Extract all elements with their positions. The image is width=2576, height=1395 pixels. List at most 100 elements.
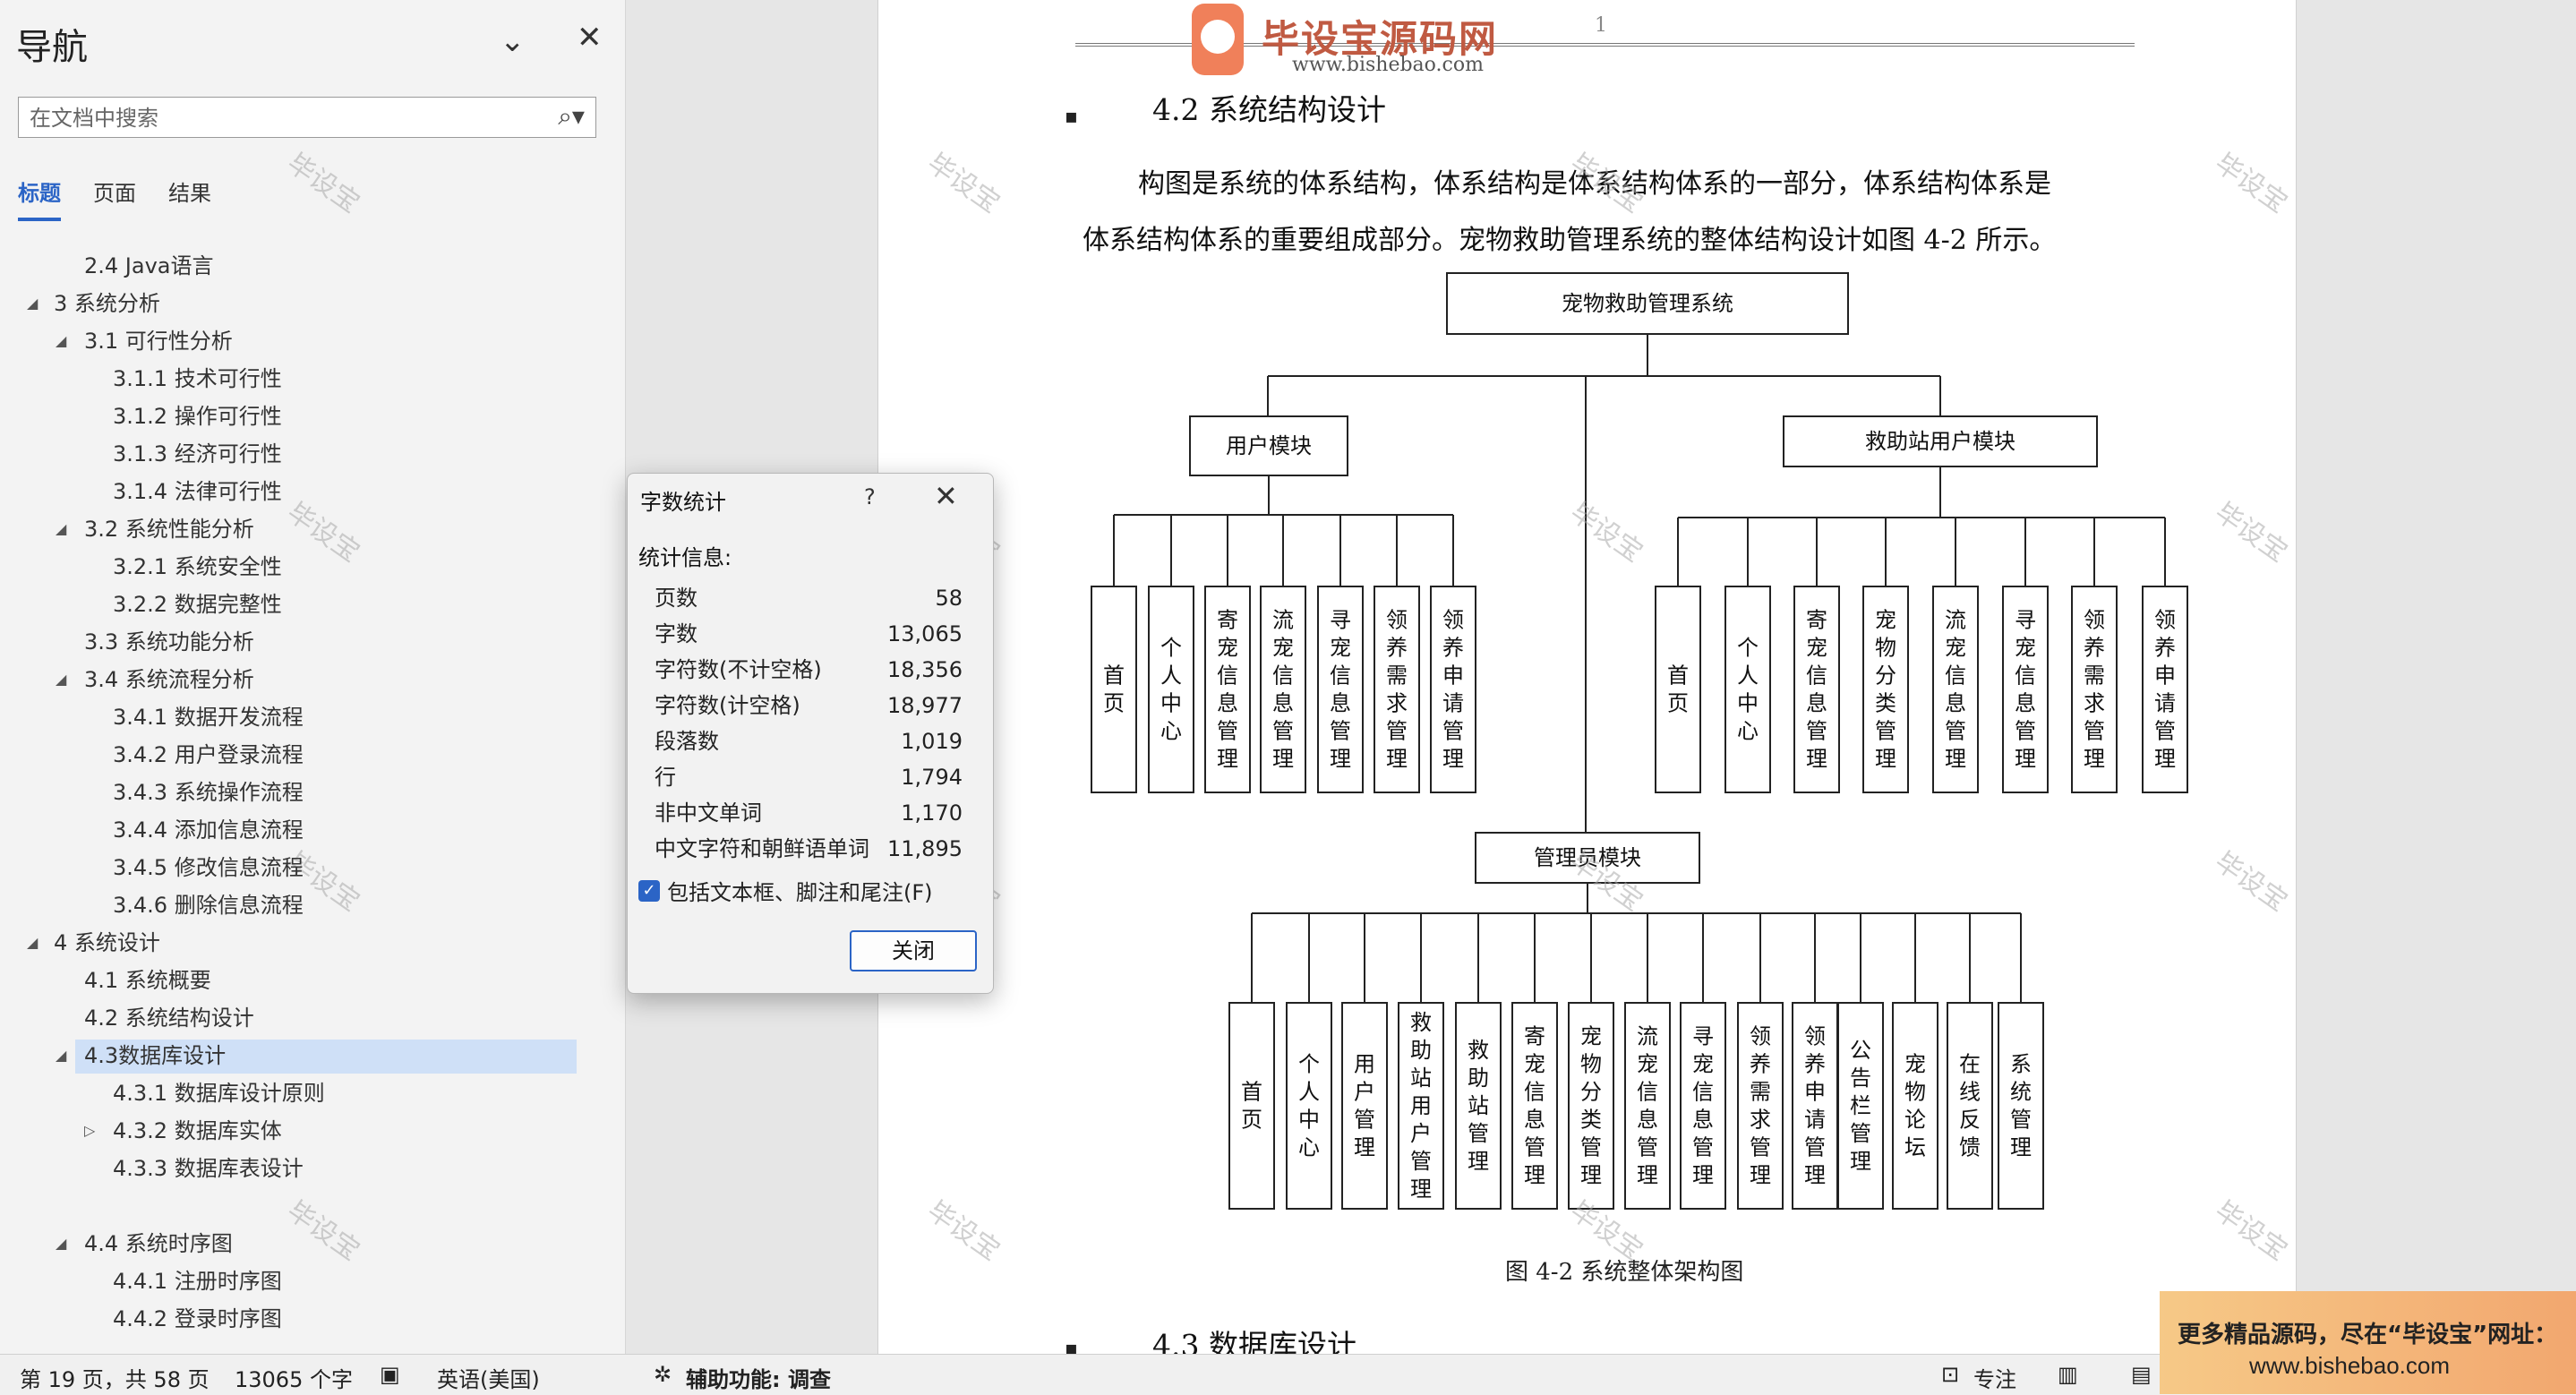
stat-row: 行 1,794 [655,760,963,794]
dialog-title: 字数统计 [640,490,726,515]
focus-icon[interactable]: ⊡ [1941,1362,1959,1387]
tab-results[interactable]: 结果 [168,175,211,221]
nav-heading-item[interactable]: 4.4.2 登录时序图 [0,1300,609,1338]
nav-heading-item[interactable]: 3.4.6 删除信息流程 [0,886,609,924]
nav-heading-item[interactable]: 4.2 系统结构设计 [0,999,609,1037]
nav-heading-item[interactable]: 3.1.2 操作可行性 [0,398,609,435]
nav-heading-item[interactable]: 3.4.3 系统操作流程 [0,774,609,811]
diagram-leaf-box [1341,1002,1388,1210]
nav-heading-item[interactable]: ◢ 4.3数据库设计 [0,1037,609,1074]
nav-heading-label: 3.4.1 数据开发流程 [113,705,304,730]
nav-heading-label: 3.1.1 技术可行性 [113,366,282,391]
read-mode-icon[interactable]: ▥ [2058,1362,2078,1387]
accessibility-status[interactable]: 辅助功能: 调查 [686,1362,831,1393]
close-icon[interactable]: ✕ [577,20,603,56]
document-page[interactable]: 1 毕设宝源码网 www.bishebao.com ▪ 4.2 系统结构设计 构… [877,0,2297,1354]
heading-4-3: 4.3 数据库设计 [1152,1328,1356,1354]
nav-heading-label: 4.3.3 数据库表设计 [113,1156,304,1181]
nav-heading-label: 3.4 系统流程分析 [84,667,254,692]
help-button[interactable]: ? [864,484,876,509]
diagram-leaf-box [1947,1002,1993,1210]
nav-heading-item[interactable]: 4.3.3 数据库表设计 [0,1150,609,1187]
stat-label: 字数 [655,621,697,646]
nav-heading-item[interactable]: 4.3.1 数据库设计原则 [0,1074,609,1112]
chevron-down-icon[interactable]: ⌄ [500,23,526,59]
proofing-icon[interactable]: ▣ [380,1362,400,1387]
diagram-root-label: 宠物救助管理系统 [1562,291,1733,316]
nav-heading-item[interactable]: 3.1.1 技术可行性 [0,360,609,398]
navigation-pane: 导航 ⌄ ✕ ⌕▾ 标题 页面 结果 2.4 Java语言 ◢ 3 系统分析 ◢ 3.1… [0,0,626,1354]
nav-heading-item[interactable]: ◢ 3.1 可行性分析 [0,322,609,360]
word-count[interactable]: 13065 个字 [235,1362,353,1393]
stat-row: 字符数(计空格) 18,977 [655,689,963,723]
expand-toggle-icon[interactable]: ◢ [56,510,66,548]
search-input[interactable] [28,103,533,133]
stat-value: 11,895 [887,836,963,861]
nav-heading-item[interactable]: 4.4.1 注册时序图 [0,1262,609,1300]
tab-pages[interactable]: 页面 [93,175,136,221]
stat-value: 1,170 [901,800,963,826]
diagram-leaf-box [1228,1002,1275,1210]
nav-heading-label: 2.4 Java语言 [84,253,214,278]
focus-mode[interactable]: 专注 [1973,1362,2016,1393]
nav-heading-item[interactable]: 3.1.3 经济可行性 [0,435,609,473]
nav-heading-item[interactable]: 2.4 Java语言 [0,247,609,285]
stat-row: 段落数 1,019 [655,724,963,758]
stat-row: 字符数(不计空格) 18,356 [655,653,963,687]
stat-value: 18,356 [887,657,963,682]
expand-toggle-icon[interactable]: ◢ [56,661,66,698]
language-indicator[interactable]: 英语(美国) [437,1362,540,1393]
search-icon[interactable]: ⌕▾ [558,101,585,132]
nav-heading-label: 3 系统分析 [54,291,160,316]
nav-heading-label: 3.2.1 系统安全性 [113,554,282,579]
close-icon[interactable]: ✕ [934,479,958,513]
nav-heading-label: 4 系统设计 [54,930,160,955]
expand-toggle-icon[interactable]: ◢ [56,1037,66,1074]
stat-value: 18,977 [887,693,963,718]
expand-toggle-icon[interactable]: ◢ [27,924,38,962]
nav-heading-label: 3.2 系统性能分析 [84,517,254,542]
expand-toggle-icon[interactable]: ◢ [56,322,66,360]
include-footnotes-checkbox[interactable]: ✓ 包括文本框、脚注和尾注(F) [638,875,933,906]
nav-heading-item[interactable]: 3.2.1 系统安全性 [0,548,609,586]
nav-heading-label: 4.3数据库设计 [84,1043,227,1068]
nav-heading-item[interactable]: 3.4.1 数据开发流程 [0,698,609,736]
diagram-leaf-label: 公告栏管理 [1850,1038,1871,1174]
ad-line-2: www.bishebao.com [2249,1352,2450,1379]
nav-heading-item[interactable]: ▷ 4.3.2 数据库实体 [0,1112,609,1150]
diagram-leaf-box [1998,1002,2044,1210]
expand-toggle-icon[interactable]: ◢ [27,285,38,322]
nav-heading-label: 4.4 系统时序图 [84,1231,233,1256]
accessibility-icon[interactable]: ✲ [654,1362,672,1387]
stat-row: 非中文单词 1,170 [655,796,963,830]
diagram-leaf-box [1724,586,1771,793]
nav-heading-label: 3.4.4 添加信息流程 [113,817,304,843]
word-count-dialog[interactable]: 字数统计 ? ✕ 统计信息: 页数 58 字数 13,065 字符数(不计空格) 18,3… [627,473,994,994]
expand-toggle-icon[interactable]: ◢ [56,1225,66,1262]
page-count[interactable]: 第 19 页，共 58 页 [20,1362,210,1393]
nav-heading-item[interactable]: ◢ 3.4 系统流程分析 [0,661,609,698]
nav-heading-item[interactable]: 3.3 系统功能分析 [0,623,609,661]
nav-heading-label: 4.3.1 数据库设计原则 [113,1081,325,1106]
nav-heading-label: 4.2 系统结构设计 [84,1006,254,1031]
nav-heading-item[interactable]: 3.2.2 数据完整性 [0,586,609,623]
checkmark-icon[interactable]: ✓ [638,879,660,902]
expand-toggle-icon[interactable]: ▷ [84,1112,95,1150]
nav-heading-item[interactable]: 4.1 系统概要 [0,962,609,999]
close-button[interactable]: 关闭 [850,930,977,971]
nav-heading-label: 4.4.2 登录时序图 [113,1306,282,1331]
print-layout-icon[interactable]: ▤ [2131,1362,2152,1387]
nav-heading-item[interactable]: ◢ 3 系统分析 [0,285,609,322]
nav-heading-item[interactable]: 3.4.2 用户登录流程 [0,736,609,774]
nav-heading-label: 3.1.2 操作可行性 [113,404,282,429]
tab-headings[interactable]: 标题 [18,175,61,221]
checkbox-label: 包括文本框、脚注和尾注(F) [667,880,933,905]
diagram-leaf-label: 救助站用户管理 [1410,1010,1432,1202]
ad-banner[interactable]: 更多精品源码，尽在“毕设宝”网址： www.bishebao.com [2160,1291,2576,1394]
stat-row: 字数 13,065 [655,617,963,651]
nav-heading-label: 3.1 可行性分析 [84,329,233,354]
nav-heading-item[interactable]: ◢ 4 系统设计 [0,924,609,962]
search-box[interactable]: ⌕▾ [18,97,596,138]
diagram-leaf-box [1892,1002,1938,1210]
stat-label: 页数 [655,586,697,611]
